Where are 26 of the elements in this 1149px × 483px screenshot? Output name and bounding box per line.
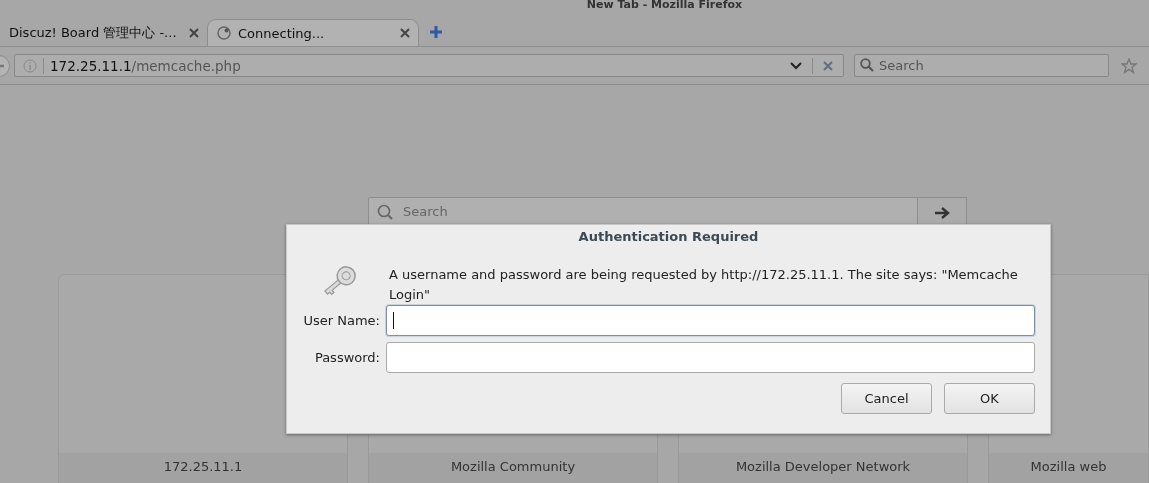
url-text: 172.25.11.1/memcache.php: [50, 57, 242, 74]
tile-title: Mozilla web: [989, 453, 1148, 483]
search-field[interactable]: Search: [854, 54, 1109, 77]
plus-icon[interactable]: [429, 25, 443, 39]
close-icon[interactable]: [400, 28, 410, 38]
chevron-down-icon[interactable]: [790, 61, 802, 70]
loading-spinner-icon: [216, 25, 232, 41]
tile-title: Mozilla Developer Network: [679, 453, 967, 483]
tile-title: Mozilla Community: [369, 453, 657, 483]
dialog-button[interactable]: Cancel: [841, 383, 932, 414]
info-icon: [23, 58, 37, 73]
input-field[interactable]: [386, 305, 1035, 336]
dialog-title: Authentication Required: [577, 228, 760, 246]
tile-title: 172.25.11.1: [59, 453, 347, 483]
browser-tab[interactable]: Discuz! Board 管理中心 -...: [0, 19, 207, 46]
close-icon[interactable]: [823, 60, 833, 71]
browser-tab[interactable]: Connecting...: [207, 19, 419, 46]
tab-title: Connecting...: [238, 25, 326, 41]
input-field[interactable]: [386, 342, 1035, 373]
star-icon[interactable]: [1121, 57, 1137, 74]
tab-title: Discuz! Board 管理中心 -...: [9, 23, 178, 42]
close-icon[interactable]: [189, 27, 199, 38]
arrow-right-icon: [934, 205, 950, 220]
address-bar[interactable]: 172.25.11.1/memcache.php: [14, 54, 844, 77]
window-title: New Tab - Mozilla Firefox: [585, 0, 744, 13]
dialog-button[interactable]: OK: [944, 383, 1035, 414]
